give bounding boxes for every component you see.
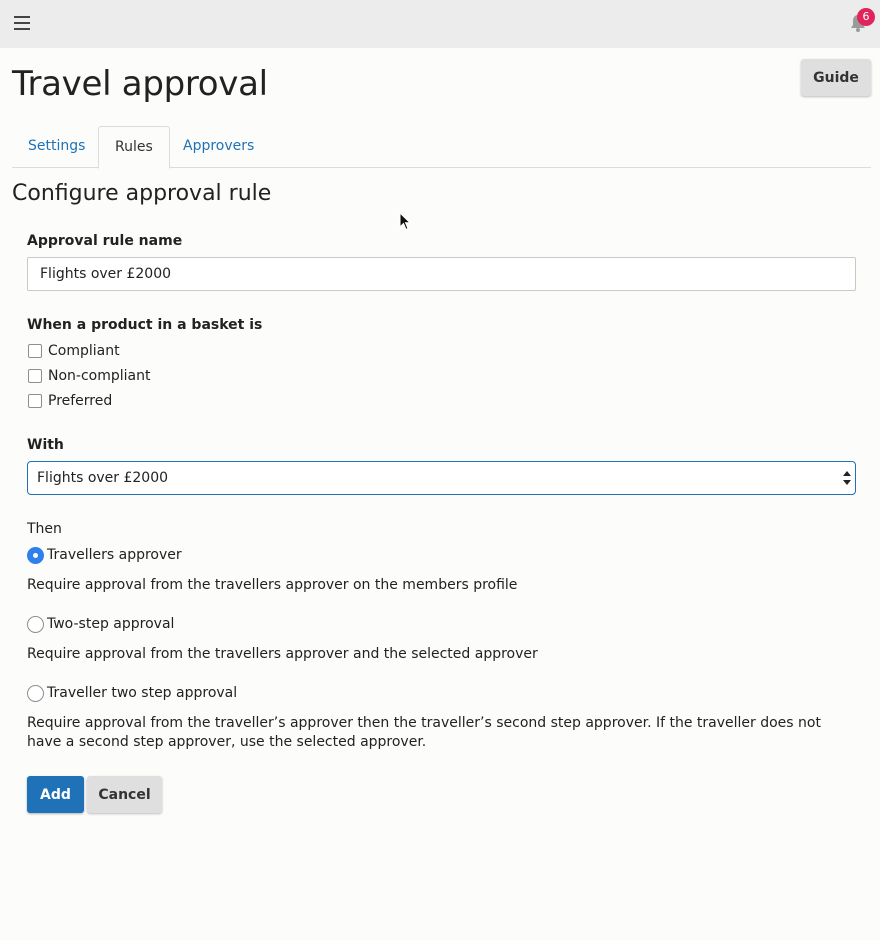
checkbox-non-compliant[interactable]: Non-compliant [27,367,150,385]
radio-label: Traveller two step approval [47,685,238,701]
hamburger-menu-icon[interactable] [14,16,30,30]
tab-settings[interactable]: Settings [12,126,101,168]
checkbox-label: Compliant [48,343,120,359]
notifications-button[interactable]: 6 [846,8,876,38]
notification-badge: 6 [857,8,875,26]
checkbox-box[interactable] [28,394,42,408]
top-bar: 6 [0,0,880,48]
cancel-button[interactable]: Cancel [87,776,162,813]
rule-name-input[interactable] [27,257,856,291]
checkbox-box[interactable] [28,344,42,358]
checkbox-label: Non-compliant [48,368,151,384]
checkbox-box[interactable] [28,369,42,383]
checkbox-preferred[interactable]: Preferred [27,392,112,410]
tab-bar: Settings Rules Approvers [12,126,871,169]
with-select-value: Flights over £2000 [37,470,169,486]
radio-button[interactable] [27,546,44,564]
option-description: Require approval from the travellers app… [27,646,538,662]
with-label: With [27,437,64,453]
page-title: Travel approval [12,64,268,104]
option-description: Require approval from the traveller’s ap… [27,715,821,750]
tab-approvers[interactable]: Approvers [167,126,270,168]
radio-label: Two-step approval [47,616,175,632]
add-button[interactable]: Add [27,776,84,813]
with-select[interactable]: Flights over £2000 [27,461,856,495]
select-arrows-icon [843,471,851,485]
basket-condition-label: When a product in a basket is [27,317,263,333]
option-description: Require approval from the travellers app… [27,577,518,593]
radio-label: Travellers approver [47,547,182,563]
checkbox-label: Preferred [48,393,113,409]
radio-traveller-two-step-approval[interactable]: Traveller two step approval [27,683,237,703]
checkbox-compliant[interactable]: Compliant [27,342,120,360]
mouse-pointer-icon [399,212,411,231]
then-label: Then [27,521,62,537]
radio-travellers-approver[interactable]: Travellers approver [27,545,182,565]
tab-rules[interactable]: Rules [98,126,170,169]
radio-button[interactable] [27,684,44,702]
guide-button[interactable]: Guide [801,59,871,96]
rule-name-label: Approval rule name [27,233,183,249]
section-title: Configure approval rule [12,181,272,206]
radio-two-step-approval[interactable]: Two-step approval [27,614,174,634]
radio-button[interactable] [27,615,44,633]
